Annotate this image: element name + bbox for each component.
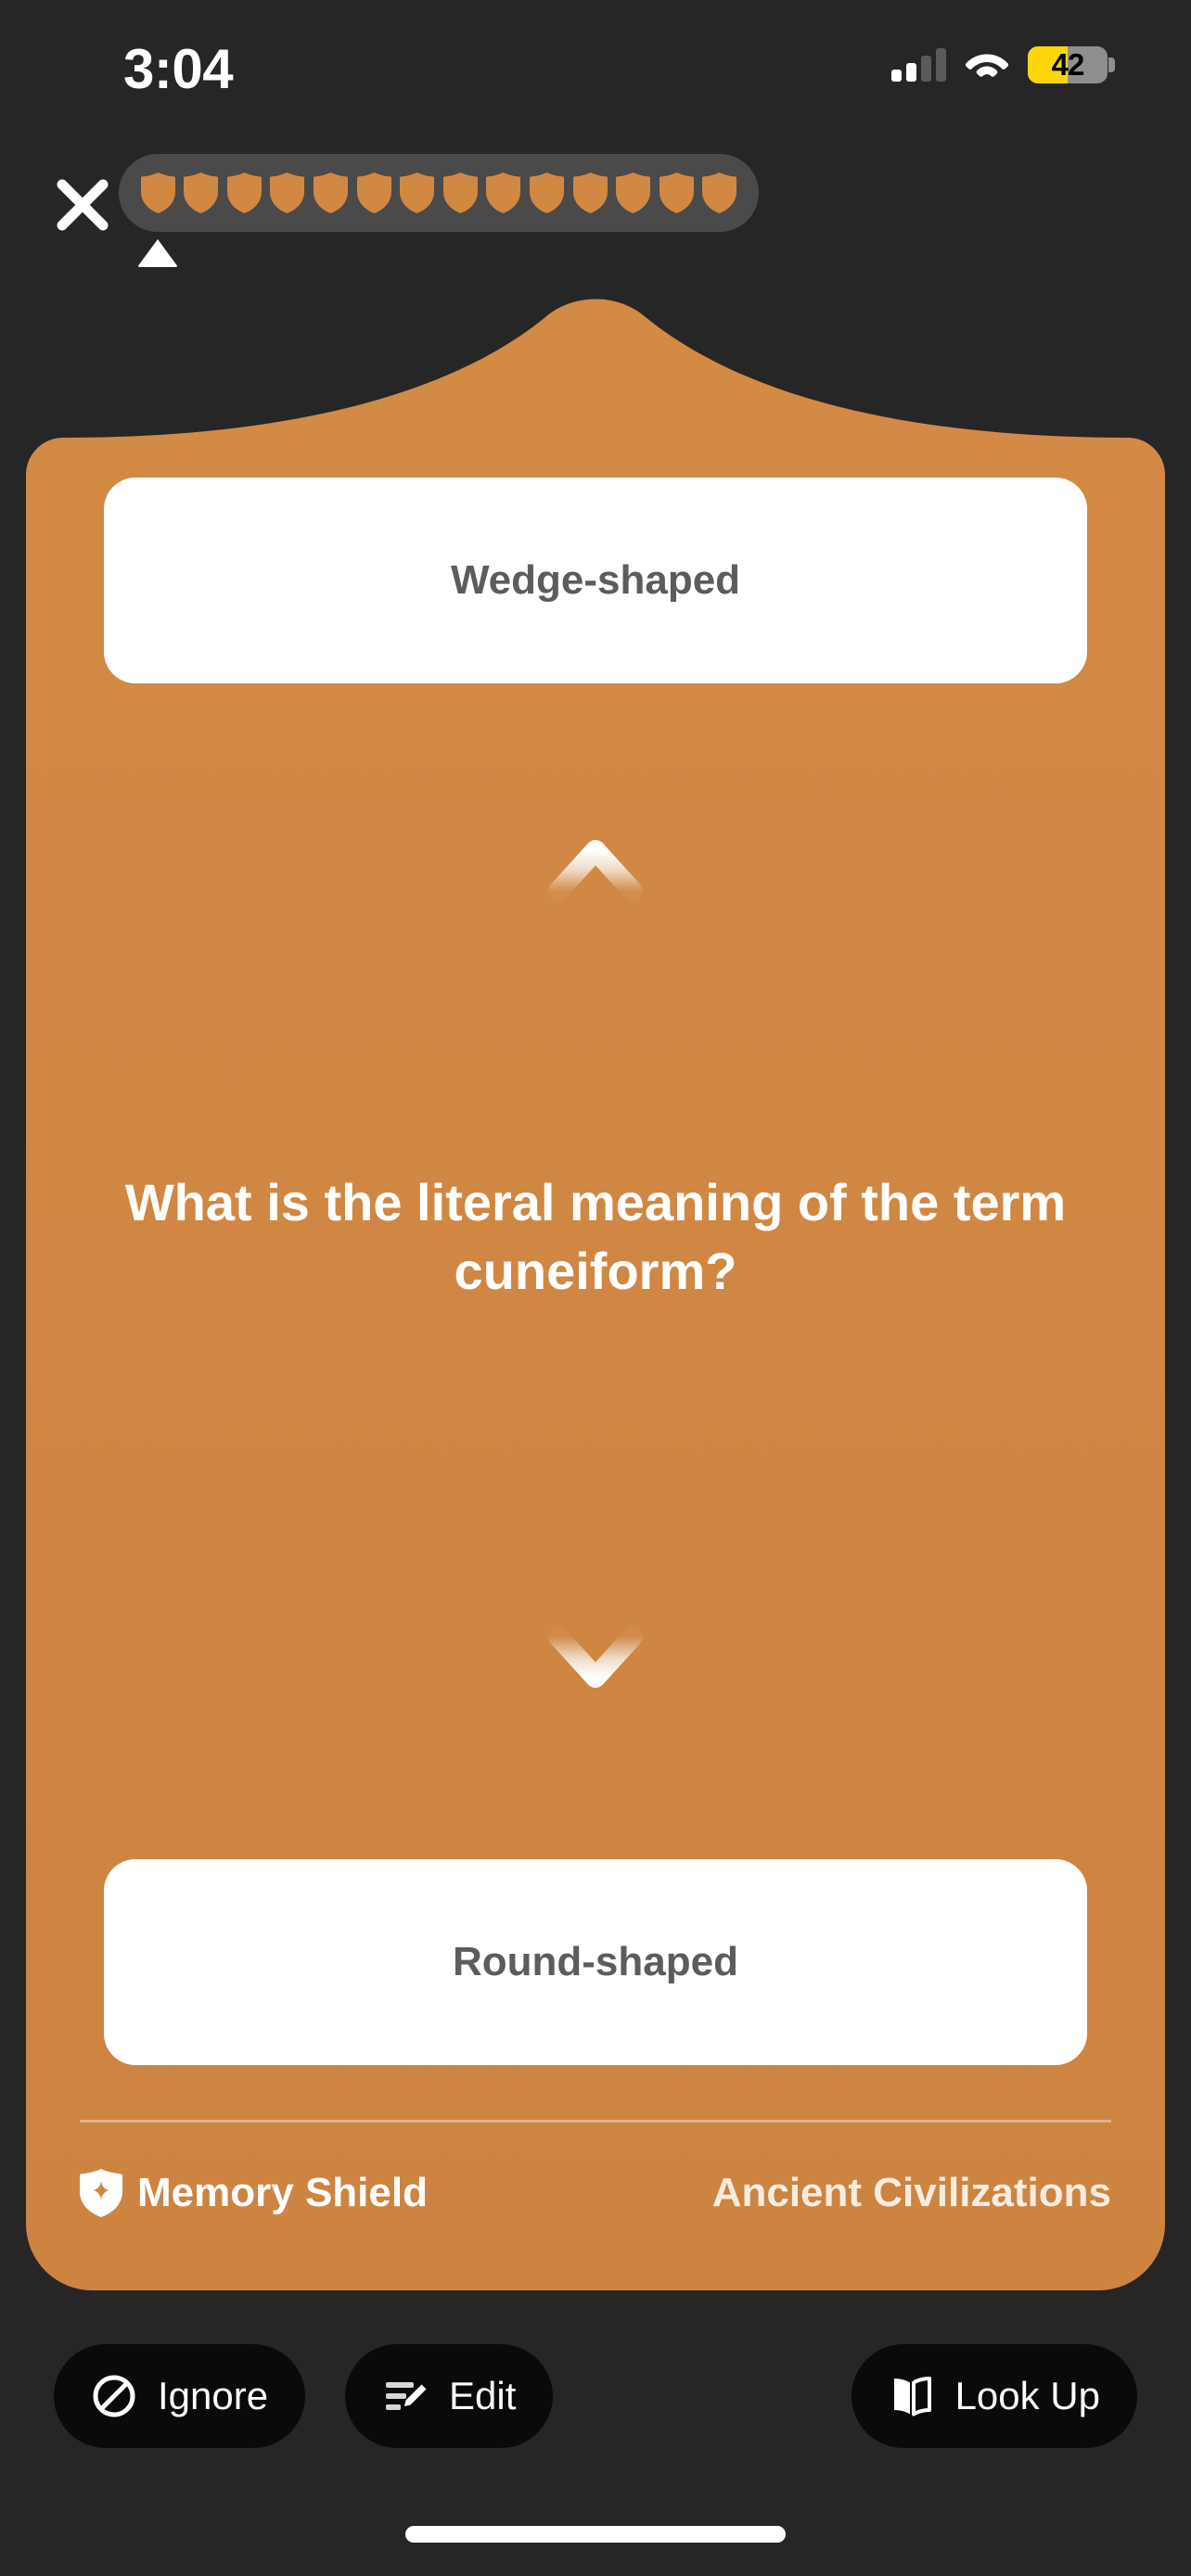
shield-pip-icon [572, 172, 608, 213]
battery-cap [1108, 57, 1115, 72]
home-indicator[interactable] [405, 2526, 786, 2543]
shield-pip-icon [442, 172, 478, 213]
card-content: Wedge-shaped What is the literal meaning… [26, 278, 1165, 2290]
card-footer-divider [80, 2120, 1111, 2123]
list-edit-pencil-icon [382, 2373, 429, 2419]
answer-option-top-label: Wedge-shaped [450, 557, 741, 603]
action-bar: Ignore Edit Look Up [0, 2344, 1191, 2448]
shield-pip-icon [616, 172, 651, 213]
shield-pip-icon [486, 172, 521, 213]
edit-button[interactable]: Edit [345, 2344, 554, 2448]
arrow-up-icon [544, 837, 647, 1023]
battery-percent: 42 [1051, 47, 1085, 82]
flashcard[interactable]: Wedge-shaped What is the literal meaning… [26, 278, 1165, 2290]
memory-shield-icon [80, 2169, 122, 2217]
status-bar: 3:04 42 [0, 0, 1191, 139]
answer-option-bottom-label: Round-shaped [453, 1939, 738, 1984]
wifi-icon [965, 48, 1009, 82]
open-book-icon [889, 2373, 935, 2419]
shield-pip-icon [140, 172, 175, 213]
look-up-button[interactable]: Look Up [851, 2344, 1137, 2448]
card-footer: Memory Shield Ancient Civilizations [80, 2161, 1111, 2225]
shield-pip-icon [270, 172, 305, 213]
answer-option-bottom[interactable]: Round-shaped [104, 1859, 1087, 2065]
shield-pip-icon [356, 172, 391, 213]
battery-icon: 42 [1028, 46, 1115, 83]
shield-pip-icon [313, 172, 348, 213]
prohibited-icon [91, 2373, 137, 2419]
status-bar-indicators: 42 [891, 46, 1115, 83]
position-caret-icon [137, 239, 178, 267]
session-top-bar [0, 154, 1191, 267]
study-mode-label: Memory Shield [137, 2170, 428, 2215]
edit-button-label: Edit [449, 2374, 517, 2417]
ignore-button-label: Ignore [158, 2374, 269, 2417]
ignore-button[interactable]: Ignore [54, 2344, 306, 2448]
shield-pip-icon [529, 172, 564, 213]
deck-name-label: Ancient Civilizations [711, 2170, 1111, 2215]
session-progress-bar[interactable] [119, 154, 759, 232]
app-screen: 3:04 42 Wedge-shaped What is the literal… [0, 0, 1191, 2576]
look-up-button-label: Look Up [954, 2374, 1100, 2417]
question-text: What is the literal meaning of the term … [124, 1173, 1067, 1300]
shield-pip-icon [702, 172, 737, 213]
shield-pip-icon [400, 172, 435, 213]
cellular-signal-icon [891, 48, 946, 82]
answer-option-top[interactable]: Wedge-shaped [104, 478, 1087, 683]
shield-pip-icon [184, 172, 219, 213]
close-icon[interactable] [45, 167, 121, 243]
shield-pip-icon [226, 172, 262, 213]
arrow-down-icon [544, 1505, 647, 1690]
shield-pip-icon [659, 172, 694, 213]
status-bar-time: 3:04 [123, 38, 234, 100]
study-mode-badge: Memory Shield [80, 2169, 428, 2217]
